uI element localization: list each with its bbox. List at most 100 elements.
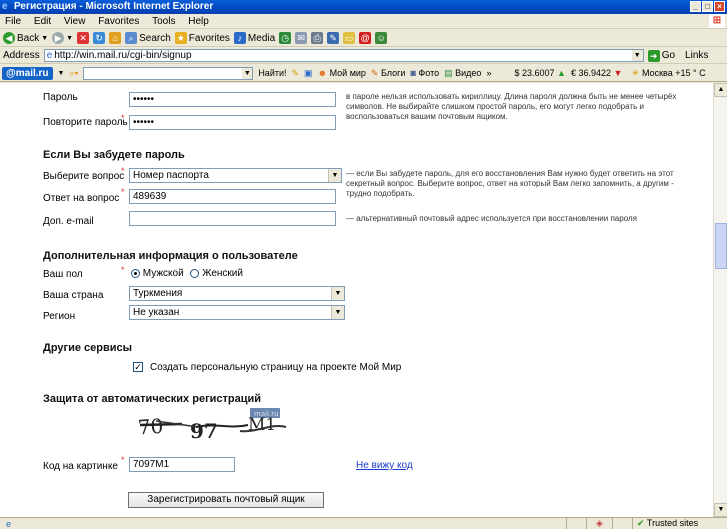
chevron-down-icon[interactable]: ▼ xyxy=(58,70,65,77)
required-marker: * xyxy=(121,455,125,465)
section-other-services: Другие сервисы xyxy=(43,342,133,354)
favorites-button[interactable]: ★ Favorites xyxy=(174,32,230,44)
menu-view[interactable]: View xyxy=(59,14,91,29)
forward-button[interactable]: ▶ ▼ xyxy=(52,32,73,44)
status-bar: e ◈ ✔ Trusted sites xyxy=(0,517,727,529)
search-icon[interactable]: ⌕▾ xyxy=(69,68,78,79)
ie-icon: e xyxy=(2,1,8,12)
star-icon: ★ xyxy=(174,32,187,44)
question-label: Выберите вопрос xyxy=(43,171,125,182)
scroll-down-icon[interactable]: ▼ xyxy=(714,503,727,517)
history-icon[interactable]: ◷ xyxy=(279,32,292,44)
mail-icon[interactable]: ▣ xyxy=(304,68,313,79)
weather-widget[interactable]: ☀ Москва +15 ° C xyxy=(631,68,705,79)
password-field[interactable]: •••••• xyxy=(129,92,336,107)
answer-label: Ответ на вопрос xyxy=(43,193,120,204)
messenger-icon[interactable]: @ xyxy=(359,32,372,44)
highlight-icon[interactable]: ✎ xyxy=(292,68,300,79)
scroll-thumb[interactable] xyxy=(715,223,727,269)
cant-see-code-link[interactable]: Не вижу код xyxy=(356,460,413,471)
sun-icon: ☀ xyxy=(631,67,640,78)
page-status-icon: e xyxy=(6,518,12,529)
section-extra-info: Дополнительная информация о пользователе xyxy=(43,250,298,262)
menu-favorites[interactable]: Favorites xyxy=(93,14,144,29)
moi-mir-link[interactable]: ☻ Мой мир xyxy=(318,68,366,78)
stop-icon[interactable]: ✕ xyxy=(77,32,90,44)
windows-logo-icon: ⊞ xyxy=(709,14,725,28)
minimize-button[interactable]: _ xyxy=(690,1,701,12)
check-icon: ✔ xyxy=(637,518,645,528)
title-bar: e Регистрация - Microsoft Internet Explo… xyxy=(0,0,727,14)
search-button[interactable]: ⌕ Search xyxy=(125,32,171,44)
edit-icon[interactable]: ✎ xyxy=(327,32,340,44)
menu-file[interactable]: File xyxy=(0,14,26,29)
svg-text:97: 97 xyxy=(190,419,218,441)
extra-email-field[interactable] xyxy=(129,211,336,226)
gender-female-option[interactable]: Женский xyxy=(190,268,243,279)
create-page-label[interactable]: Создать персональную страницу на проекте… xyxy=(150,362,401,373)
chevron-down-icon[interactable]: ▼ xyxy=(242,67,253,79)
country-select[interactable]: Туркмения ▼ xyxy=(129,286,345,301)
radio-male[interactable] xyxy=(131,268,140,278)
mail-icon[interactable]: ✉ xyxy=(295,32,308,44)
menu-tools[interactable]: Tools xyxy=(147,14,180,29)
print-icon[interactable]: ⎙ xyxy=(311,32,324,44)
zone-indicator: ✔ Trusted sites xyxy=(632,518,727,529)
region-select[interactable]: Не указан ▼ xyxy=(129,305,345,320)
vertical-scrollbar[interactable]: ▲ ▼ xyxy=(713,83,727,517)
create-page-checkbox[interactable]: ✓ xyxy=(133,362,143,372)
security-icon: ◈ xyxy=(586,518,612,529)
answer-field[interactable]: 489639 xyxy=(129,189,336,204)
people-icon[interactable]: ☺ xyxy=(375,32,388,44)
chevron-down-icon[interactable]: ▼ xyxy=(631,50,643,61)
menu-edit[interactable]: Edit xyxy=(29,14,56,29)
usd-rate: $ 23.6007 ▲ xyxy=(514,68,566,78)
captcha-label: Код на картинке xyxy=(43,461,118,472)
address-bar: Address e http://win.mail.ru/cgi-bin/sig… xyxy=(0,48,727,64)
gender-male-option[interactable]: Мужской xyxy=(131,268,184,279)
chevron-down-icon[interactable]: ▼ xyxy=(331,287,344,300)
country-label: Ваша страна xyxy=(43,290,104,301)
question-hint: — если Вы забудете пароль, для его восст… xyxy=(346,169,674,198)
password-hint: в пароле нельзя использовать кириллицу. … xyxy=(346,92,677,121)
scroll-up-icon[interactable]: ▲ xyxy=(714,83,727,97)
mailru-toolbar: @mail.ru ▼ ⌕▾ ▼ Найти! ✎ ▣ ☻ Мой мир ✎ Б… xyxy=(0,65,727,82)
find-button[interactable]: Найти! xyxy=(258,68,286,78)
back-button[interactable]: ◀ Back ▼ xyxy=(3,32,48,44)
menu-bar: File Edit View Favorites Tools Help ⊞ xyxy=(0,14,727,29)
email-hint: — альтернативный почтовый адрес использу… xyxy=(346,214,637,223)
chevron-down-icon[interactable]: ▼ xyxy=(328,169,341,182)
chevron-down-icon: ▼ xyxy=(41,34,49,42)
repeat-password-field[interactable]: •••••• xyxy=(129,115,336,130)
close-button[interactable]: × xyxy=(714,1,725,12)
photo-link[interactable]: ◙ Фото xyxy=(410,68,439,78)
chevron-down-icon[interactable]: ▼ xyxy=(331,306,344,319)
forward-arrow-icon: ▶ xyxy=(52,32,65,44)
mailru-logo[interactable]: @mail.ru xyxy=(2,66,53,80)
blogs-link[interactable]: ✎ Блоги xyxy=(371,68,406,79)
people-icon: ☻ xyxy=(317,68,328,78)
svg-text:70: 70 xyxy=(137,414,164,440)
blog-icon: ✎ xyxy=(370,67,379,78)
captcha-field[interactable]: 7097M1 xyxy=(129,457,235,472)
home-icon[interactable]: ⌂ xyxy=(109,32,122,44)
refresh-icon[interactable]: ↻ xyxy=(93,32,106,44)
address-input[interactable]: e http://win.mail.ru/cgi-bin/signup ▼ xyxy=(43,49,644,62)
register-button[interactable]: Зарегистрировать почтовый ящик xyxy=(128,492,324,508)
extra-email-label: Доп. e-mail xyxy=(43,216,94,227)
maximize-button[interactable]: □ xyxy=(702,1,713,12)
more-button[interactable]: » xyxy=(486,68,491,78)
media-button[interactable]: ♪ Media xyxy=(233,32,275,44)
film-icon: ▤ xyxy=(444,67,453,78)
go-button[interactable]: ➔ Go xyxy=(647,49,675,62)
links-label[interactable]: Links xyxy=(685,50,708,61)
address-label: Address xyxy=(3,50,40,61)
radio-female[interactable] xyxy=(190,268,200,278)
video-link[interactable]: ▤ Видео xyxy=(444,68,481,79)
status-cell xyxy=(566,518,586,529)
folder-icon[interactable]: ▭ xyxy=(343,32,356,44)
question-select[interactable]: Номер паспорта ▼ xyxy=(129,168,342,183)
password-label: Пароль xyxy=(43,92,78,103)
menu-help[interactable]: Help xyxy=(183,14,214,29)
mailru-search-input[interactable]: ▼ xyxy=(83,66,254,80)
